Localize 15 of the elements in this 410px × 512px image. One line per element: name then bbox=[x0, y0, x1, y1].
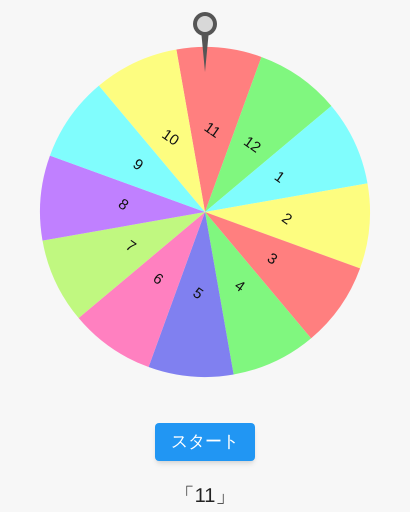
segment-label: 8 bbox=[115, 196, 132, 214]
result-text: 「11」 bbox=[174, 484, 236, 509]
segment-label: 7 bbox=[122, 237, 139, 256]
pointer-icon bbox=[193, 12, 217, 72]
segment-label: 4 bbox=[231, 276, 248, 296]
segment-label: 11 bbox=[200, 118, 224, 142]
segment-label: 3 bbox=[264, 250, 280, 268]
segment-label: 5 bbox=[190, 284, 206, 304]
segment-label: 1 bbox=[271, 168, 288, 187]
segment-label: 12 bbox=[240, 133, 264, 157]
start-button[interactable]: スタート bbox=[155, 423, 255, 461]
segment-label: 10 bbox=[158, 126, 182, 150]
segment-label: 2 bbox=[278, 210, 295, 228]
segment-label: 9 bbox=[130, 156, 146, 174]
segment-label: 6 bbox=[150, 270, 166, 289]
